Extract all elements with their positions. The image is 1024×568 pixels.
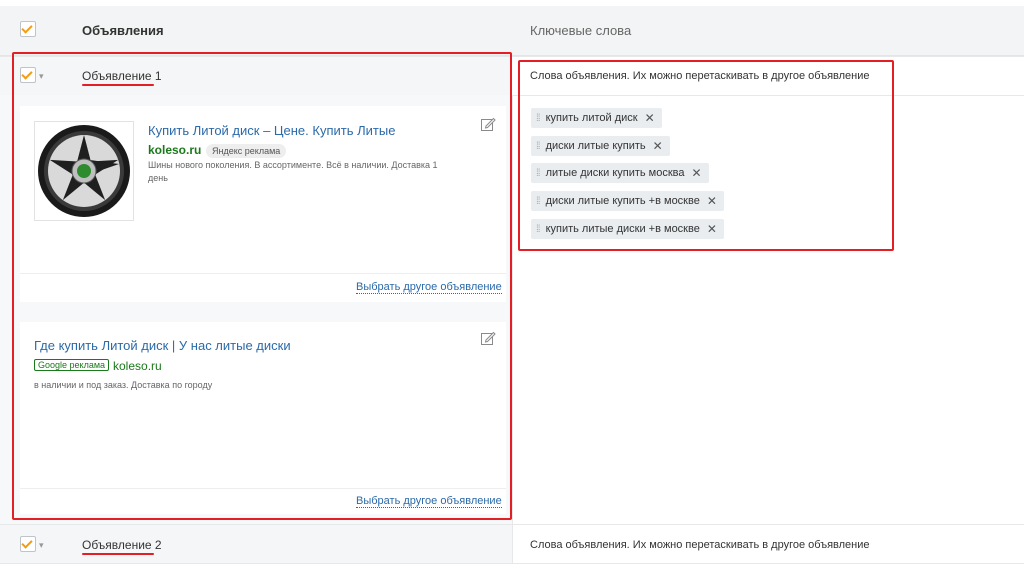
keywords-hint-2: Слова объявления. Их можно перетаскивать…	[530, 539, 870, 551]
select-all-checkbox[interactable]	[20, 21, 36, 37]
group-title-2[interactable]: Объявление 2	[82, 538, 162, 552]
checkbox-checked-icon	[21, 537, 33, 549]
ads-highlight-box	[12, 52, 512, 520]
column-header-ads: Объявления	[82, 23, 164, 38]
checkbox-checked-icon	[21, 22, 33, 34]
group-2-checkbox[interactable]	[20, 536, 36, 552]
group-title-underline	[82, 553, 154, 555]
keywords-highlight-box	[518, 60, 894, 251]
column-header-keywords: Ключевые слова	[530, 23, 632, 38]
caret-down-icon[interactable]: ▾	[39, 540, 44, 550]
